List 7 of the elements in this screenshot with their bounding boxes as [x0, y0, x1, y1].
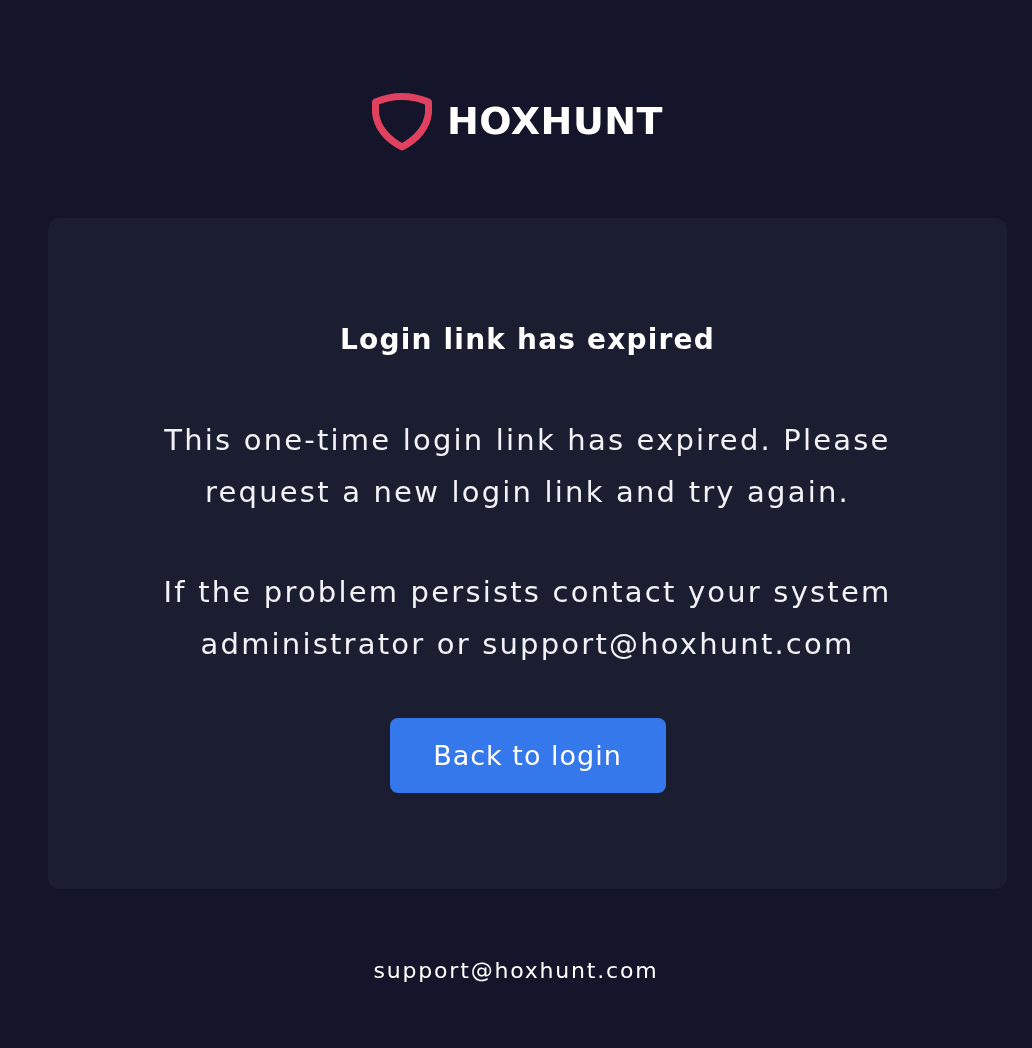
logo-wordmark: HOXHUNT: [447, 99, 663, 143]
card-title: Login link has expired: [339, 322, 716, 358]
back-to-login-button[interactable]: Back to login: [389, 718, 666, 793]
support-email-link[interactable]: support@hoxhunt.com: [373, 959, 659, 983]
shield-logo-icon: [371, 91, 434, 151]
message-paragraph: If the problem persists contact your system administrator or support@hoxhunt.com: [162, 574, 893, 663]
message-paragraph: This one-time login link has expired. Please request a new login link and try again.: [163, 422, 892, 511]
